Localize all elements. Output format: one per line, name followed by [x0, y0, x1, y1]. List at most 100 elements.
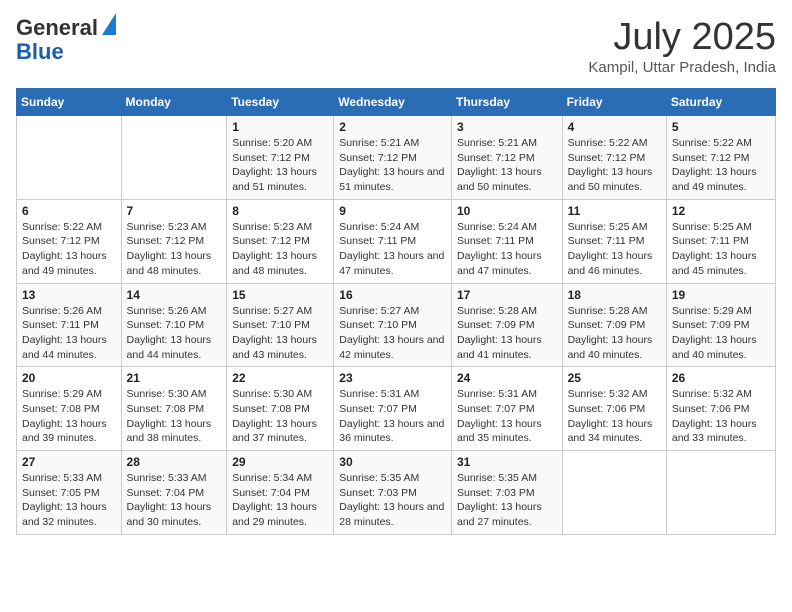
calendar-cell: 7 Sunrise: 5:23 AMSunset: 7:12 PMDaylight… — [121, 199, 227, 283]
calendar-table: SundayMondayTuesdayWednesdayThursdayFrid… — [16, 88, 776, 535]
calendar-header-tuesday: Tuesday — [227, 89, 334, 116]
calendar-header-saturday: Saturday — [666, 89, 775, 116]
cell-info: Sunrise: 5:29 AMSunset: 7:08 PMDaylight:… — [22, 387, 116, 446]
cell-info: Sunrise: 5:27 AMSunset: 7:10 PMDaylight:… — [339, 304, 446, 363]
cell-info: Sunrise: 5:23 AMSunset: 7:12 PMDaylight:… — [232, 220, 328, 279]
day-number: 9 — [339, 204, 446, 218]
cell-info: Sunrise: 5:21 AMSunset: 7:12 PMDaylight:… — [339, 136, 446, 195]
calendar-week-row: 20 Sunrise: 5:29 AMSunset: 7:08 PMDayligh… — [17, 367, 776, 451]
calendar-header-row: SundayMondayTuesdayWednesdayThursdayFrid… — [17, 89, 776, 116]
title-section: July 2025 Kampil, Uttar Pradesh, India — [588, 16, 776, 76]
day-number: 27 — [22, 455, 116, 469]
calendar-cell: 27 Sunrise: 5:33 AMSunset: 7:05 PMDayligh… — [17, 451, 122, 535]
cell-info: Sunrise: 5:32 AMSunset: 7:06 PMDaylight:… — [672, 387, 770, 446]
calendar-cell: 10 Sunrise: 5:24 AMSunset: 7:11 PMDayligh… — [451, 199, 562, 283]
day-number: 13 — [22, 288, 116, 302]
day-number: 3 — [457, 120, 557, 134]
calendar-cell: 15 Sunrise: 5:27 AMSunset: 7:10 PMDayligh… — [227, 283, 334, 367]
cell-info: Sunrise: 5:26 AMSunset: 7:10 PMDaylight:… — [127, 304, 222, 363]
cell-info: Sunrise: 5:24 AMSunset: 7:11 PMDaylight:… — [339, 220, 446, 279]
day-number: 11 — [568, 204, 661, 218]
day-number: 19 — [672, 288, 770, 302]
day-number: 24 — [457, 371, 557, 385]
day-number: 20 — [22, 371, 116, 385]
cell-info: Sunrise: 5:30 AMSunset: 7:08 PMDaylight:… — [232, 387, 328, 446]
cell-info: Sunrise: 5:28 AMSunset: 7:09 PMDaylight:… — [568, 304, 661, 363]
calendar-cell — [562, 451, 666, 535]
day-number: 31 — [457, 455, 557, 469]
calendar-cell: 9 Sunrise: 5:24 AMSunset: 7:11 PMDaylight… — [334, 199, 452, 283]
logo-triangle-icon — [102, 13, 116, 35]
cell-info: Sunrise: 5:22 AMSunset: 7:12 PMDaylight:… — [568, 136, 661, 195]
calendar-cell: 13 Sunrise: 5:26 AMSunset: 7:11 PMDayligh… — [17, 283, 122, 367]
day-number: 21 — [127, 371, 222, 385]
calendar-cell — [17, 116, 122, 200]
day-number: 4 — [568, 120, 661, 134]
day-number: 16 — [339, 288, 446, 302]
calendar-cell: 14Sunrise: 5:26 AMSunset: 7:10 PMDayligh… — [121, 283, 227, 367]
day-number: 18 — [568, 288, 661, 302]
cell-info: Sunrise: 5:32 AMSunset: 7:06 PMDaylight:… — [568, 387, 661, 446]
calendar-week-row: 1Sunrise: 5:20 AMSunset: 7:12 PMDaylight… — [17, 116, 776, 200]
cell-info: Sunrise: 5:35 AMSunset: 7:03 PMDaylight:… — [339, 471, 446, 530]
calendar-header-sunday: Sunday — [17, 89, 122, 116]
cell-info: Sunrise: 5:22 AMSunset: 7:12 PMDaylight:… — [22, 220, 116, 279]
cell-info: Sunrise: 5:33 AMSunset: 7:05 PMDaylight:… — [22, 471, 116, 530]
cell-info: Sunrise: 5:23 AMSunset: 7:12 PMDaylight:… — [127, 220, 222, 279]
cell-info: Sunrise: 5:20 AMSunset: 7:12 PMDaylight:… — [232, 136, 328, 195]
day-number: 22 — [232, 371, 328, 385]
calendar-cell: 17 Sunrise: 5:28 AMSunset: 7:09 PMDayligh… — [451, 283, 562, 367]
calendar-cell: 6Sunrise: 5:22 AMSunset: 7:12 PMDaylight… — [17, 199, 122, 283]
calendar-cell: 8 Sunrise: 5:23 AMSunset: 7:12 PMDaylight… — [227, 199, 334, 283]
cell-info: Sunrise: 5:27 AMSunset: 7:10 PMDaylight:… — [232, 304, 328, 363]
day-number: 25 — [568, 371, 661, 385]
cell-info: Sunrise: 5:29 AMSunset: 7:09 PMDaylight:… — [672, 304, 770, 363]
calendar-header-monday: Monday — [121, 89, 227, 116]
day-number: 5 — [672, 120, 770, 134]
calendar-cell: 5 Sunrise: 5:22 AMSunset: 7:12 PMDaylight… — [666, 116, 775, 200]
day-number: 10 — [457, 204, 557, 218]
month-year-title: July 2025 — [588, 16, 776, 59]
page-header: General Blue July 2025 Kampil, Uttar Pra… — [16, 16, 776, 76]
day-number: 7 — [127, 204, 222, 218]
cell-info: Sunrise: 5:25 AMSunset: 7:11 PMDaylight:… — [568, 220, 661, 279]
cell-info: Sunrise: 5:25 AMSunset: 7:11 PMDaylight:… — [672, 220, 770, 279]
calendar-cell: 31 Sunrise: 5:35 AMSunset: 7:03 PMDayligh… — [451, 451, 562, 535]
day-number: 23 — [339, 371, 446, 385]
calendar-cell: 11 Sunrise: 5:25 AMSunset: 7:11 PMDayligh… — [562, 199, 666, 283]
day-number: 2 — [339, 120, 446, 134]
calendar-cell: 18 Sunrise: 5:28 AMSunset: 7:09 PMDayligh… — [562, 283, 666, 367]
logo-general: General — [16, 16, 98, 40]
location-subtitle: Kampil, Uttar Pradesh, India — [588, 59, 776, 76]
calendar-header-thursday: Thursday — [451, 89, 562, 116]
calendar-cell: 24 Sunrise: 5:31 AMSunset: 7:07 PMDayligh… — [451, 367, 562, 451]
cell-info: Sunrise: 5:22 AMSunset: 7:12 PMDaylight:… — [672, 136, 770, 195]
cell-info: Sunrise: 5:24 AMSunset: 7:11 PMDaylight:… — [457, 220, 557, 279]
cell-info: Sunrise: 5:35 AMSunset: 7:03 PMDaylight:… — [457, 471, 557, 530]
calendar-cell: 12Sunrise: 5:25 AMSunset: 7:11 PMDayligh… — [666, 199, 775, 283]
day-number: 28 — [127, 455, 222, 469]
calendar-cell: 2 Sunrise: 5:21 AMSunset: 7:12 PMDaylight… — [334, 116, 452, 200]
calendar-cell: 21 Sunrise: 5:30 AMSunset: 7:08 PMDayligh… — [121, 367, 227, 451]
day-number: 15 — [232, 288, 328, 302]
day-number: 30 — [339, 455, 446, 469]
day-number: 17 — [457, 288, 557, 302]
calendar-cell: 29Sunrise: 5:34 AMSunset: 7:04 PMDayligh… — [227, 451, 334, 535]
calendar-cell — [666, 451, 775, 535]
calendar-cell: 23Sunrise: 5:31 AMSunset: 7:07 PMDayligh… — [334, 367, 452, 451]
logo-blue: Blue — [16, 40, 64, 64]
cell-info: Sunrise: 5:28 AMSunset: 7:09 PMDaylight:… — [457, 304, 557, 363]
cell-info: Sunrise: 5:21 AMSunset: 7:12 PMDaylight:… — [457, 136, 557, 195]
day-number: 8 — [232, 204, 328, 218]
calendar-cell: 22 Sunrise: 5:30 AMSunset: 7:08 PMDayligh… — [227, 367, 334, 451]
cell-info: Sunrise: 5:34 AMSunset: 7:04 PMDaylight:… — [232, 471, 328, 530]
calendar-week-row: 6Sunrise: 5:22 AMSunset: 7:12 PMDaylight… — [17, 199, 776, 283]
calendar-cell: 28 Sunrise: 5:33 AMSunset: 7:04 PMDayligh… — [121, 451, 227, 535]
calendar-cell: 4 Sunrise: 5:22 AMSunset: 7:12 PMDaylight… — [562, 116, 666, 200]
calendar-header-friday: Friday — [562, 89, 666, 116]
calendar-cell: 20 Sunrise: 5:29 AMSunset: 7:08 PMDayligh… — [17, 367, 122, 451]
cell-info: Sunrise: 5:26 AMSunset: 7:11 PMDaylight:… — [22, 304, 116, 363]
cell-info: Sunrise: 5:31 AMSunset: 7:07 PMDaylight:… — [457, 387, 557, 446]
cell-info: Sunrise: 5:30 AMSunset: 7:08 PMDaylight:… — [127, 387, 222, 446]
cell-info: Sunrise: 5:33 AMSunset: 7:04 PMDaylight:… — [127, 471, 222, 530]
